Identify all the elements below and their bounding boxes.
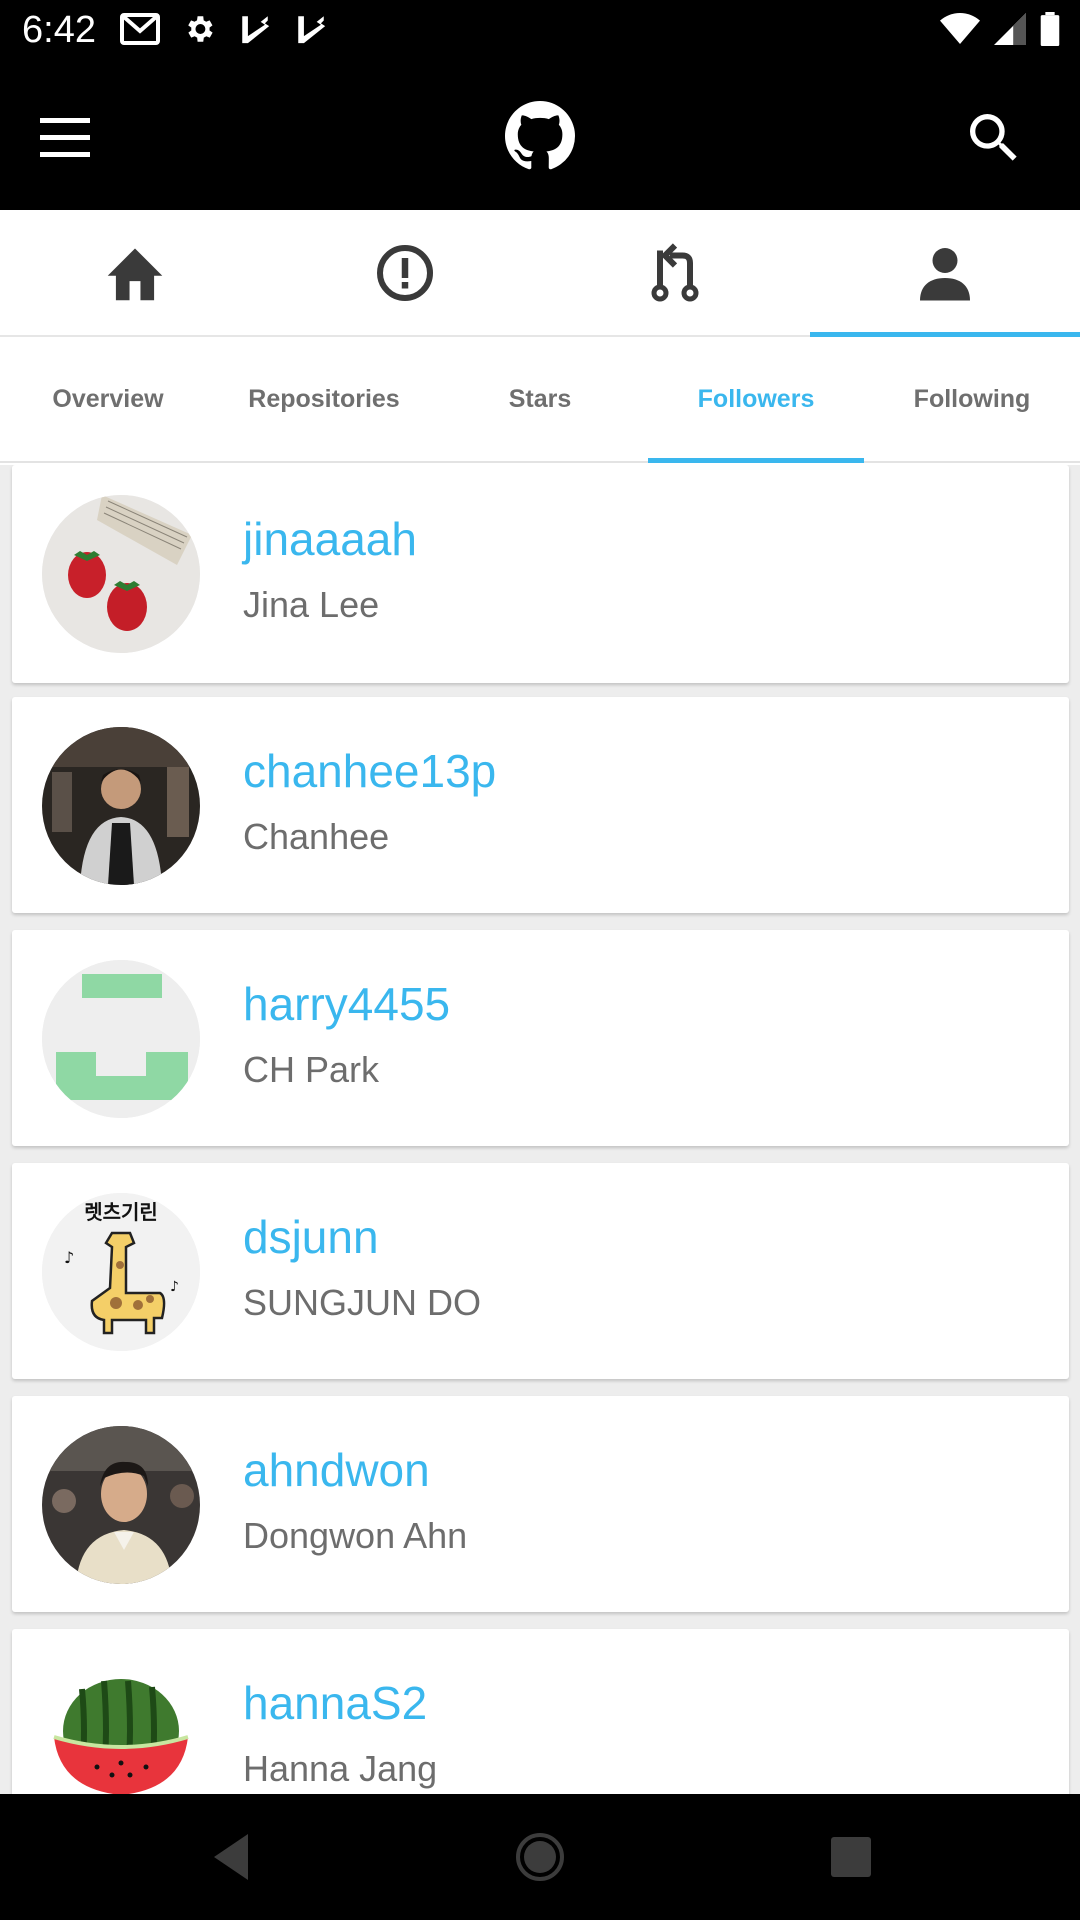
system-nav-bar [0, 1794, 1080, 1920]
follower-name: Dongwon Ahn [243, 1515, 468, 1556]
svg-text:♪: ♪ [170, 1279, 179, 1295]
follower-name: Jina Lee [243, 584, 380, 625]
avatar [42, 495, 200, 653]
home-icon [107, 247, 163, 300]
person-photo [42, 727, 200, 885]
green-identicon [42, 960, 200, 1118]
search-button[interactable] [962, 106, 1026, 170]
list-item[interactable]: 렛츠기린 ♪ ♪ dsjunn SUNGJUN DO [12, 1163, 1069, 1379]
signal-icon [994, 13, 1026, 45]
github-octocat-icon [505, 101, 575, 170]
strawberries-photo [42, 495, 200, 653]
follower-login: dsjunn [243, 1211, 379, 1263]
profile-tabs: Overview Repositories Stars Followers Fo… [0, 337, 1080, 463]
avatar [42, 727, 200, 885]
battery-icon [1040, 12, 1060, 46]
tab-followers[interactable]: Followers [648, 337, 864, 463]
follower-login: hannaS2 [243, 1677, 428, 1729]
github-logo [505, 101, 575, 171]
search-icon [970, 114, 1017, 161]
giraffe-drawing: 렛츠기린 ♪ ♪ [42, 1193, 200, 1351]
back-triangle-icon [214, 1834, 248, 1880]
follower-name: Hanna Jang [243, 1748, 438, 1789]
tab-issues[interactable] [270, 210, 540, 335]
menu-button[interactable] [40, 108, 106, 168]
tab-pull-requests[interactable] [540, 210, 810, 335]
avatar [42, 1659, 200, 1794]
system-icons [940, 12, 1060, 46]
status-time: 6:42 [22, 9, 96, 51]
gmail-icon [120, 13, 160, 45]
watermelon-photo [42, 1659, 200, 1794]
person-icon [920, 247, 970, 300]
home-button[interactable] [505, 1824, 575, 1890]
tab-home[interactable] [0, 210, 270, 335]
tab-following[interactable]: Following [864, 337, 1080, 461]
notification-icons [120, 12, 328, 46]
tab-repositories[interactable]: Repositories [216, 337, 432, 461]
list-item[interactable]: jinaaaah Jina Lee [12, 465, 1069, 683]
list-item[interactable]: ahndwon Dongwon Ahn [12, 1396, 1069, 1612]
person-photo [42, 1426, 200, 1584]
list-item[interactable]: hannaS2 Hanna Jang [12, 1629, 1069, 1794]
follower-name: SUNGJUN DO [243, 1282, 482, 1323]
primary-tabs [0, 210, 1080, 337]
pull-request-icon [651, 242, 699, 302]
follower-login: ahndwon [243, 1444, 430, 1496]
tab-followers-label: Followers [697, 384, 815, 413]
check-flag-icon [242, 16, 270, 44]
wifi-icon [940, 13, 980, 44]
tab-overview[interactable]: Overview [0, 337, 216, 461]
app-bar [0, 63, 1080, 210]
recents-square-icon [831, 1837, 871, 1877]
followers-list[interactable]: jinaaaah Jina Lee chanhee13p Chanhee har… [0, 465, 1080, 1794]
avatar [42, 960, 200, 1118]
svg-text:♪: ♪ [64, 1248, 74, 1267]
tab-profile[interactable] [810, 210, 1080, 337]
home-circle-icon [516, 1833, 564, 1881]
avatar: 렛츠기린 ♪ ♪ [42, 1193, 200, 1351]
settings-icon [188, 16, 213, 42]
hamburger-menu-icon [40, 118, 90, 157]
follower-login: chanhee13p [243, 745, 497, 797]
check-flag-icon [298, 16, 326, 44]
avatar [42, 1426, 200, 1584]
status-bar: 6:42 [0, 0, 1080, 63]
list-item[interactable]: harry4455 CH Park [12, 930, 1069, 1146]
list-item[interactable]: chanhee13p Chanhee [12, 697, 1069, 913]
tab-stars[interactable]: Stars [432, 337, 648, 461]
follower-name: Chanhee [243, 816, 390, 857]
issue-icon [377, 244, 433, 301]
recents-button[interactable] [815, 1824, 885, 1890]
follower-name: CH Park [243, 1049, 380, 1090]
giraffe-caption: 렛츠기린 [84, 1200, 158, 1224]
follower-login: jinaaaah [243, 513, 417, 565]
follower-login: harry4455 [243, 978, 451, 1030]
back-button[interactable] [200, 1824, 270, 1890]
tab-indicator [648, 458, 864, 463]
